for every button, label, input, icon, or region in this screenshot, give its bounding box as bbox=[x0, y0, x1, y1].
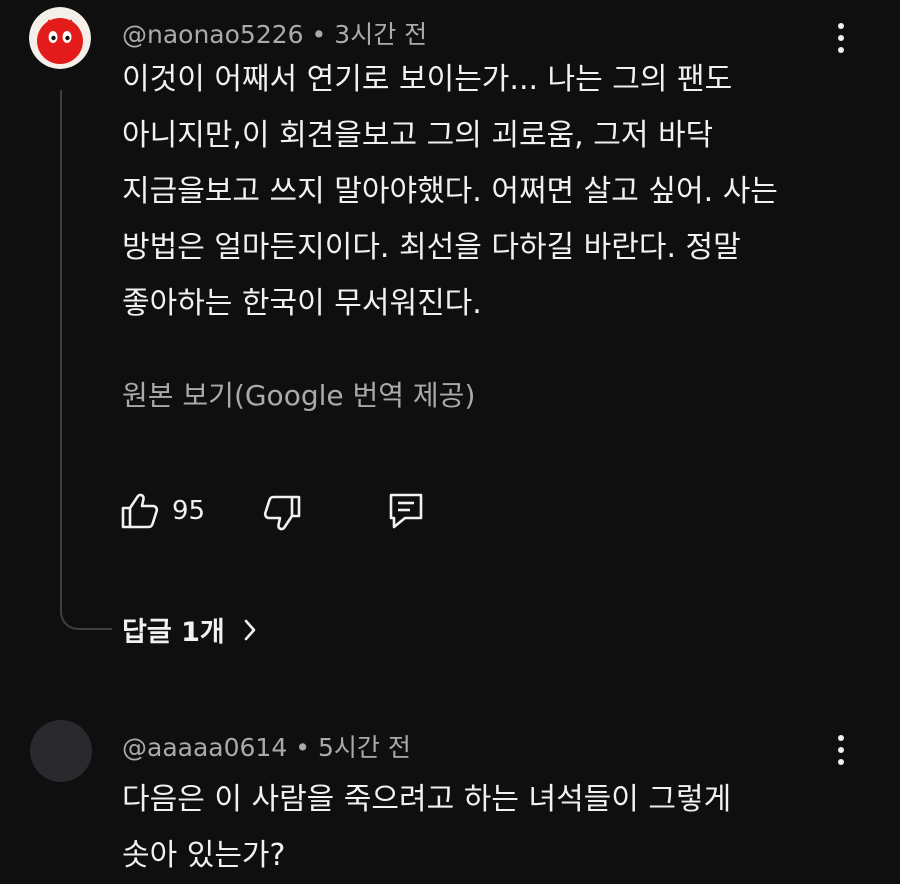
avatar-image bbox=[29, 7, 91, 69]
avatar[interactable] bbox=[30, 720, 92, 782]
more-vert-icon bbox=[838, 735, 844, 741]
comment-time: 5시간 전 bbox=[317, 733, 411, 762]
comment-line: 좋아하는 한국이 무서워진다. bbox=[122, 286, 482, 321]
comment-meta: @aaaaa0614 • 5시간 전 bbox=[122, 728, 411, 764]
more-vert-icon-dot bbox=[838, 747, 844, 753]
comment-line: 지금을보고 쓰지 말아야했다. 어쩌면 살고 싶어. 사는 bbox=[122, 174, 778, 209]
meta-separator: • bbox=[311, 20, 327, 49]
thread-connector-line bbox=[60, 90, 112, 630]
replies-count-label: 답글 1개 bbox=[122, 617, 225, 648]
comment-line: 이것이 어째서 연기로 보이는가... 나는 그의 팬도 bbox=[122, 62, 733, 97]
comment-line: 솟아 있는가? bbox=[122, 838, 286, 873]
thumb-down-icon bbox=[263, 495, 301, 531]
more-vert-icon bbox=[838, 23, 844, 29]
reply-icon bbox=[389, 493, 423, 529]
meta-separator: • bbox=[295, 733, 310, 762]
comment-line: 아니지만,이 회견을보고 그의 괴로움, 그저 바닥 bbox=[122, 118, 714, 153]
comment-item: @aaaaa0614 • 5시간 전 다음은 이 사람을 죽으려고 하는 녀석들이 … bbox=[0, 700, 900, 873]
thumb-up-icon bbox=[121, 493, 159, 529]
more-vert-icon-dot bbox=[838, 47, 844, 53]
more-options-button[interactable] bbox=[826, 730, 856, 770]
comment-text: 다음은 이 사람을 죽으려고 하는 녀석들이 그렇게 솟아 있는가? bbox=[122, 772, 731, 884]
more-vert-icon-dot bbox=[838, 759, 844, 765]
author-name[interactable]: @naonao5226 bbox=[122, 20, 304, 49]
comment-line: 방법은 얼마든지이다. 최선을 다하길 바란다. 정말 bbox=[122, 230, 741, 265]
comment-text: 이것이 어째서 연기로 보이는가... 나는 그의 팬도 아니지만,이 회견을보… bbox=[122, 52, 778, 332]
comment-line: 다음은 이 사람을 죽으려고 하는 녀석들이 그렇게 bbox=[122, 782, 732, 817]
comment-time: 3시간 전 bbox=[334, 20, 428, 49]
see-original-link[interactable]: 원본 보기(Google 번역 제공) bbox=[122, 374, 475, 414]
comment-meta: @naonao5226 • 3시간 전 bbox=[122, 15, 427, 51]
chevron-right-icon bbox=[244, 619, 256, 640]
view-replies-button[interactable]: 답글 1개 bbox=[122, 610, 257, 649]
more-vert-icon-dot bbox=[838, 35, 844, 41]
dislike-button[interactable] bbox=[262, 494, 302, 532]
author-name[interactable]: @aaaaa0614 bbox=[122, 733, 287, 762]
reply-button[interactable] bbox=[388, 492, 424, 530]
like-button[interactable]: 95 bbox=[120, 492, 205, 530]
comment-item: @naonao5226 • 3시간 전 이것이 어째서 연기로 보이는가... 나는… bbox=[0, 0, 900, 680]
more-options-button[interactable] bbox=[826, 18, 856, 58]
like-count: 95 bbox=[172, 496, 206, 526]
avatar[interactable] bbox=[29, 7, 91, 69]
